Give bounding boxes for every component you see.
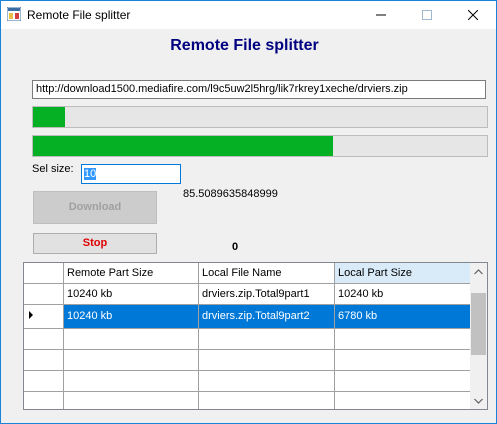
grid-header-row: Remote Part Size Local File Name Local P… bbox=[24, 263, 471, 284]
sel-size-input[interactable]: 10 bbox=[81, 164, 181, 184]
empty-cell bbox=[198, 349, 335, 371]
table-cell[interactable]: drviers.zip.Total9part2 bbox=[198, 304, 335, 329]
minimize-icon bbox=[376, 14, 386, 16]
table-cell[interactable]: 10240 kb bbox=[334, 283, 471, 305]
close-button[interactable] bbox=[450, 1, 496, 29]
window-title: Remote File splitter bbox=[27, 8, 131, 22]
corner-header bbox=[24, 263, 64, 284]
main-window: Remote File splitter Remote File splitte… bbox=[0, 0, 497, 424]
scroll-up-button[interactable] bbox=[470, 263, 487, 280]
table-row[interactable]: 10240 kb drviers.zip.Total9part2 6780 kb bbox=[24, 304, 471, 329]
empty-cell bbox=[334, 349, 471, 371]
maximize-icon bbox=[422, 10, 432, 20]
total-progress-bar bbox=[32, 135, 488, 157]
empty-cell bbox=[63, 328, 199, 350]
vertical-scrollbar[interactable] bbox=[470, 263, 487, 409]
column-header[interactable]: Local Part Size bbox=[334, 263, 471, 284]
part-progress-bar bbox=[32, 106, 488, 128]
empty-cell bbox=[334, 391, 471, 409]
url-input[interactable]: http://download1500.mediafire.com/l9c5uw… bbox=[32, 80, 486, 99]
table-row[interactable]: 10240 kb drviers.zip.Total9part1 10240 k… bbox=[24, 283, 471, 305]
row-header[interactable] bbox=[24, 283, 64, 305]
row-pointer-icon bbox=[29, 310, 33, 319]
column-header[interactable]: Local File Name bbox=[198, 263, 335, 284]
part-progress-fill bbox=[33, 107, 65, 127]
download-button[interactable]: Download bbox=[33, 191, 157, 224]
empty-row bbox=[24, 328, 471, 350]
parts-table: Remote Part Size Local File Name Local P… bbox=[24, 263, 471, 409]
table-cell[interactable]: 6780 kb bbox=[334, 304, 471, 329]
title-bar[interactable]: Remote File splitter bbox=[1, 1, 496, 29]
empty-cell bbox=[63, 391, 199, 409]
scroll-thumb[interactable] bbox=[471, 293, 486, 355]
empty-cell bbox=[198, 391, 335, 409]
scroll-down-button[interactable] bbox=[470, 392, 487, 409]
app-icon bbox=[7, 7, 21, 21]
minimize-button[interactable] bbox=[358, 1, 404, 29]
table-cell[interactable]: drviers.zip.Total9part1 bbox=[198, 283, 335, 305]
parts-grid[interactable]: Remote Part Size Local File Name Local P… bbox=[23, 262, 488, 410]
row-header[interactable] bbox=[24, 304, 64, 329]
row-header bbox=[24, 349, 64, 371]
total-progress-fill bbox=[33, 136, 333, 156]
empty-row bbox=[24, 349, 471, 371]
stop-button[interactable]: Stop bbox=[33, 233, 157, 254]
page-heading: Remote File splitter bbox=[170, 37, 319, 54]
empty-cell bbox=[198, 370, 335, 392]
empty-cell bbox=[63, 349, 199, 371]
sel-size-label: Sel size: bbox=[32, 163, 74, 175]
sel-size-value: 10 bbox=[84, 168, 97, 180]
empty-cell bbox=[334, 328, 471, 350]
ratio-value: 85.5089635848999 bbox=[183, 188, 278, 200]
empty-row bbox=[24, 370, 471, 392]
row-header bbox=[24, 391, 64, 409]
empty-cell bbox=[198, 328, 335, 350]
close-icon bbox=[468, 10, 478, 20]
table-cell[interactable]: 10240 kb bbox=[63, 283, 199, 305]
counter-value: 0 bbox=[232, 241, 239, 253]
scroll-down-icon bbox=[474, 398, 483, 404]
table-cell[interactable]: 10240 kb bbox=[63, 304, 199, 329]
empty-row bbox=[24, 391, 471, 409]
empty-cell bbox=[63, 370, 199, 392]
scroll-up-icon bbox=[474, 268, 483, 274]
maximize-button[interactable] bbox=[404, 1, 450, 29]
row-header bbox=[24, 370, 64, 392]
column-header[interactable]: Remote Part Size bbox=[63, 263, 199, 284]
empty-cell bbox=[334, 370, 471, 392]
row-header bbox=[24, 328, 64, 350]
